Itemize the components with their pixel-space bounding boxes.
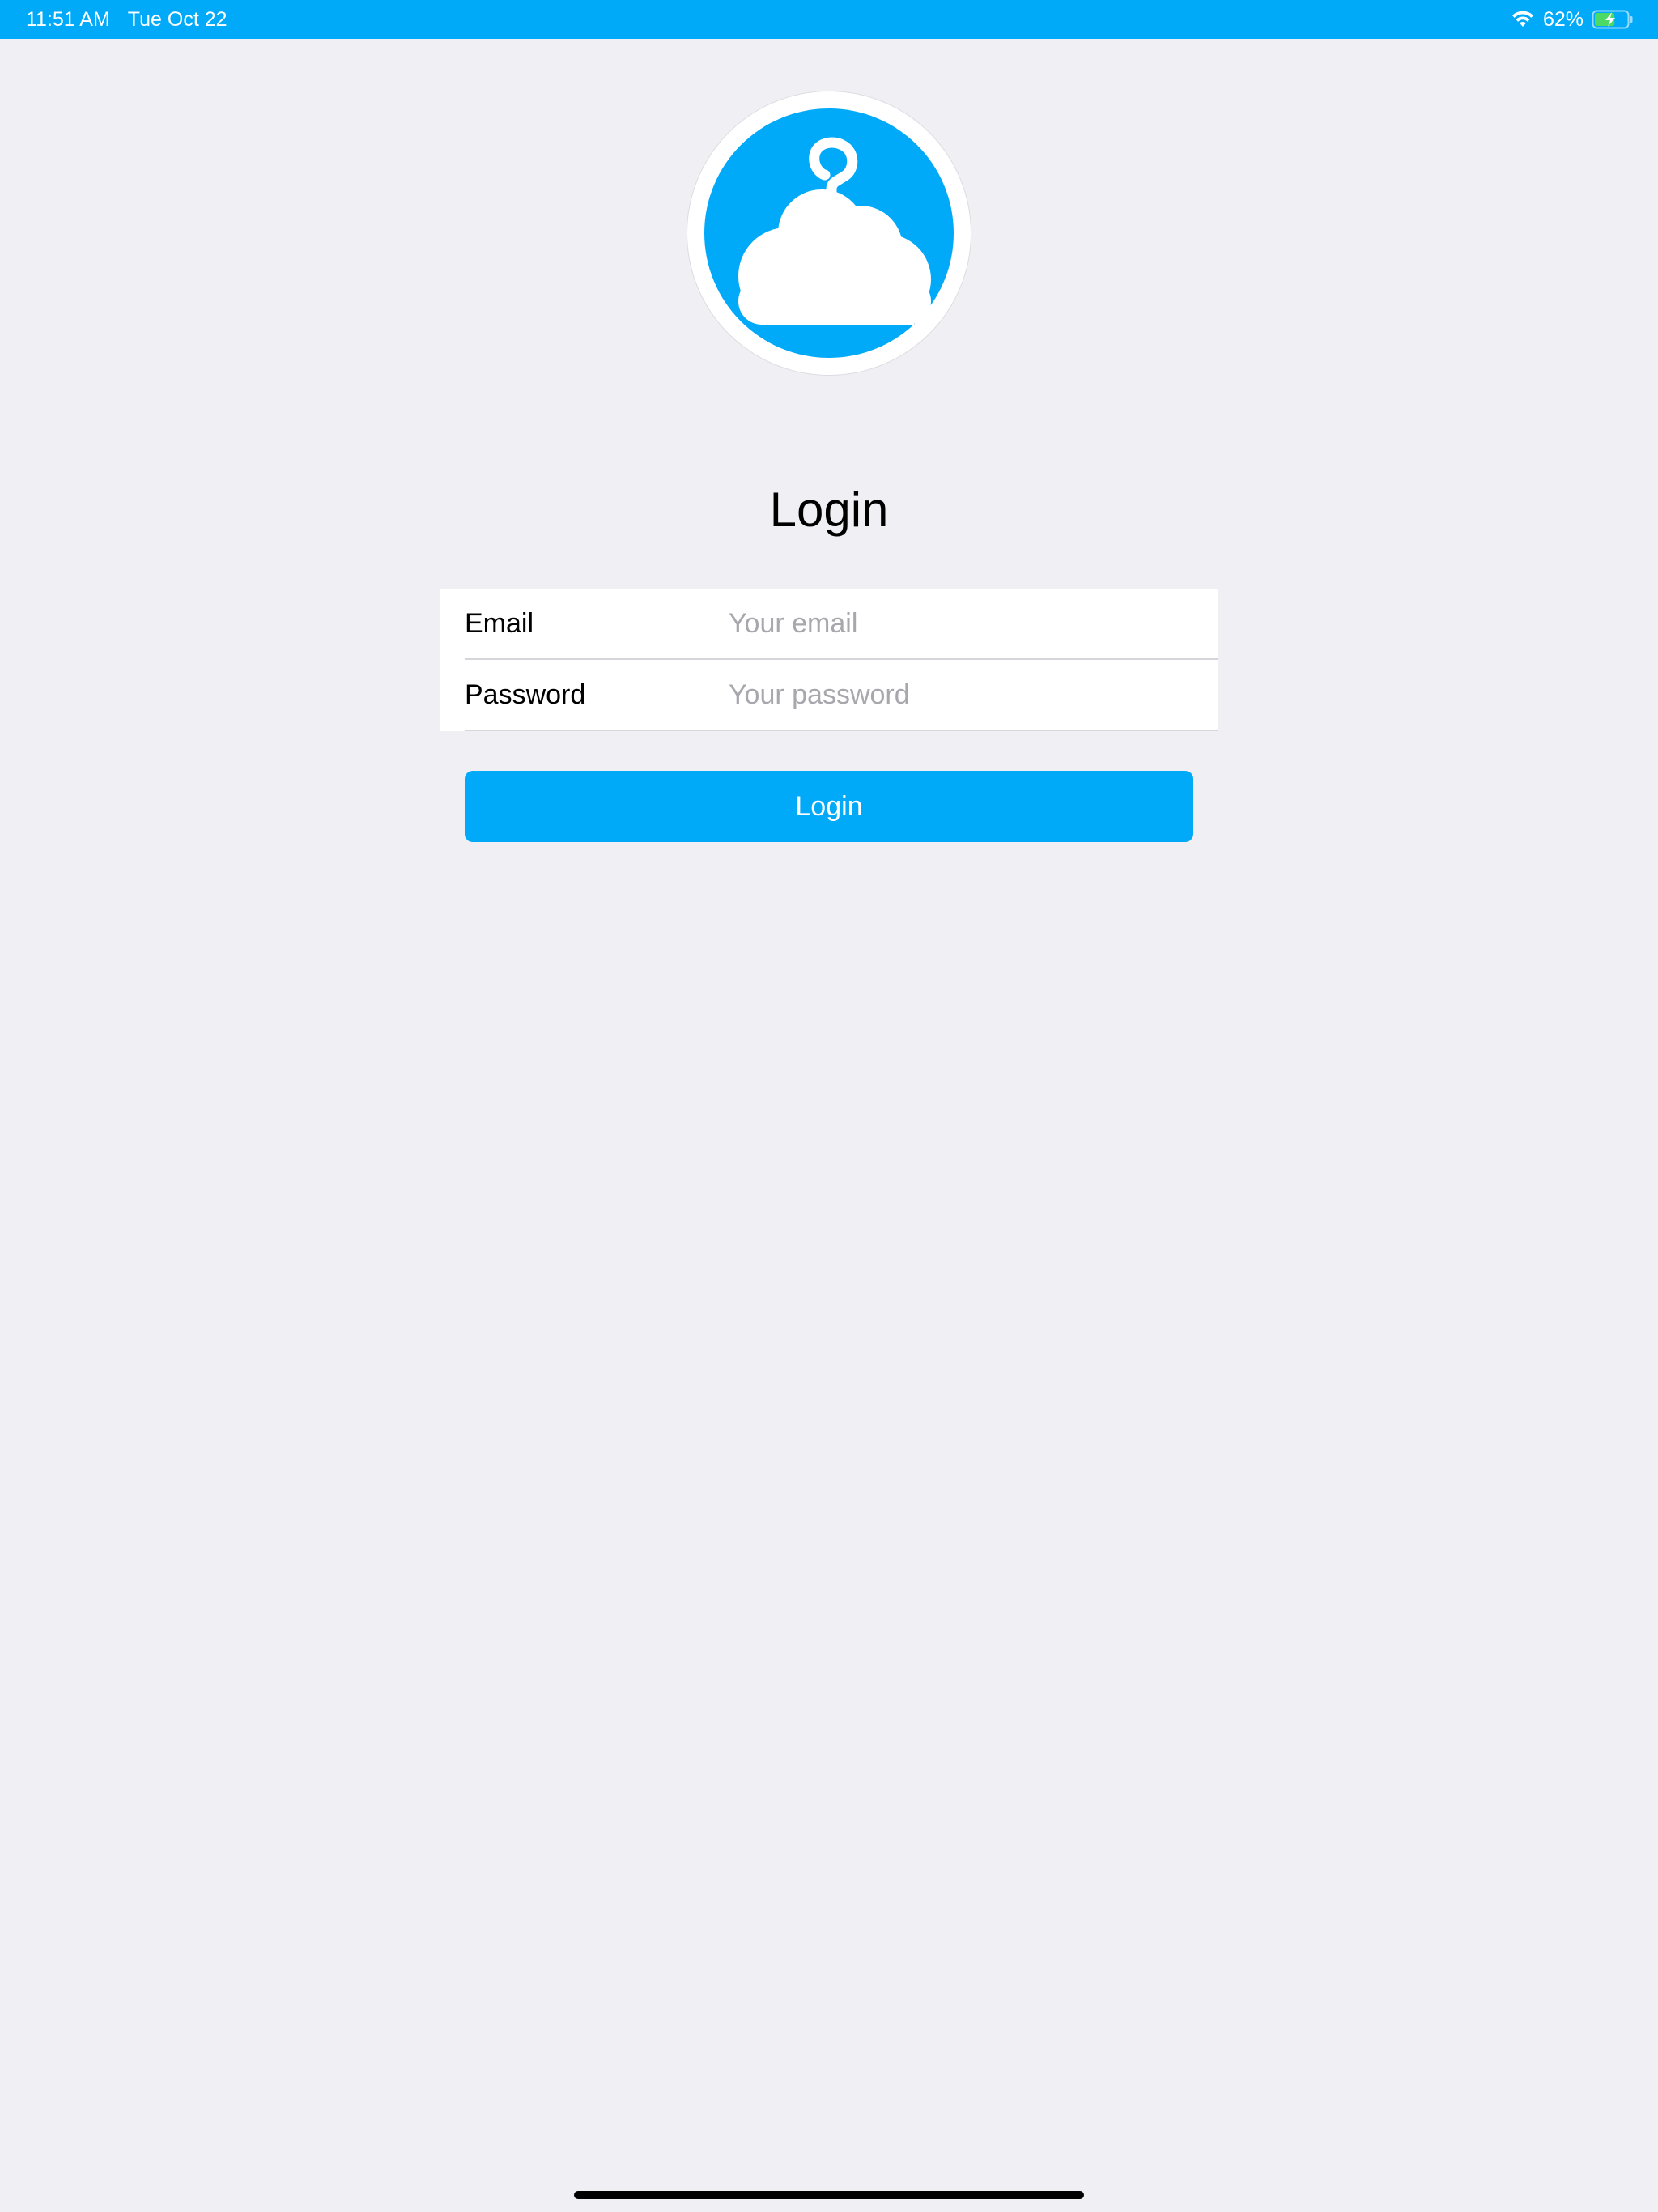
home-indicator[interactable] [574,2191,1084,2199]
page-title: Login [769,483,889,537]
password-field[interactable] [729,670,1218,719]
battery-percent: 62% [1542,7,1584,31]
password-row: Password [465,660,1218,731]
login-form: Email Password [440,589,1218,731]
app-logo [687,91,971,375]
email-row: Email [465,589,1218,660]
status-bar-right: 62% [1511,0,1634,39]
status-bar: 11:51 AM Tue Oct 22 62% [0,0,1658,39]
email-field[interactable] [729,599,1218,648]
cloud-hanger-icon [704,108,954,358]
login-button[interactable]: Login [465,771,1193,842]
status-bar-left: 11:51 AM Tue Oct 22 [26,0,227,39]
battery-charging-icon [1592,9,1634,30]
email-label: Email [465,607,534,639]
status-date: Tue Oct 22 [127,7,227,31]
wifi-icon [1511,10,1535,29]
status-time: 11:51 AM [26,7,110,31]
password-label: Password [465,678,586,710]
